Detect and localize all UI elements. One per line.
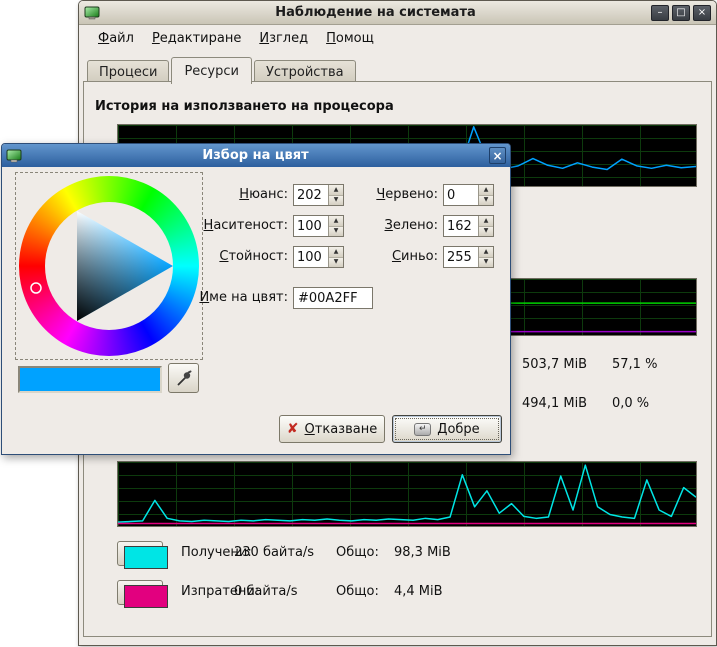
hue-input[interactable] (294, 185, 328, 205)
color-picker-dialog: Избор на цвят × (1, 143, 511, 455)
eyedropper-button[interactable] (168, 363, 199, 393)
blue-spin-down-icon[interactable]: ▼ (479, 258, 493, 268)
red-spinbox: ▲ ▼ (443, 184, 494, 206)
network-history-chart (117, 461, 697, 527)
network-received-row: Получени: 230 байта/s Общо: 98,3 MiB (117, 541, 677, 566)
ok-button[interactable]: ↵ Добре (392, 415, 502, 443)
swap-used-value: 494,1 MiB (522, 396, 587, 411)
green-input[interactable] (444, 216, 478, 236)
dialog-titlebar[interactable]: Избор на цвят × (2, 144, 510, 167)
sent-rate: 0 байта/s (234, 584, 298, 599)
tab-processes[interactable]: Процеси (87, 60, 169, 83)
value-input[interactable] (294, 247, 328, 267)
sent-color-button[interactable] (117, 580, 163, 605)
red-input[interactable] (444, 185, 478, 205)
blue-spin-up-icon[interactable]: ▲ (479, 247, 493, 258)
red-spin-up-icon[interactable]: ▲ (479, 185, 493, 196)
blue-spinbox: ▲ ▼ (443, 246, 494, 268)
tab-devices[interactable]: Устройства (254, 60, 356, 83)
saturation-input[interactable] (294, 216, 328, 236)
value-label: Стойност: (170, 246, 288, 268)
maximize-icon[interactable]: □ (672, 5, 690, 21)
memory-used-percent: 57,1 % (612, 357, 657, 372)
network-sent-row: Изпратени: 0 байта/s Общо: 4,4 MiB (117, 580, 677, 605)
menubar: Файл Редактиране Изглед Помощ (79, 25, 716, 51)
app-icon (84, 5, 100, 21)
sent-color-swatch (124, 585, 168, 608)
red-spin-down-icon[interactable]: ▼ (479, 196, 493, 206)
blue-input[interactable] (444, 247, 478, 267)
close-icon[interactable]: × (693, 5, 711, 21)
menu-view[interactable]: Изглед (250, 27, 317, 50)
hue-label: Нюанс: (170, 184, 288, 206)
green-label: Зелено: (330, 215, 438, 237)
eyedropper-icon (175, 369, 193, 387)
cancel-button[interactable]: ✘ Отказване (279, 415, 385, 443)
ok-button-label: Добре (437, 422, 479, 437)
minimize-icon[interactable]: – (651, 5, 669, 21)
green-spinbox: ▲ ▼ (443, 215, 494, 237)
dialog-close-icon[interactable]: × (489, 147, 506, 164)
received-rate: 230 байта/s (234, 545, 314, 560)
color-name-label: Име на цвят: (170, 287, 288, 309)
tab-bar: Процеси Ресурси Устройства (87, 53, 358, 82)
dialog-app-icon (6, 148, 22, 164)
received-total-label: Общо: (336, 545, 379, 560)
sent-total: 4,4 MiB (394, 584, 443, 599)
main-window-titlebar[interactable]: Наблюдение на системата – □ × (79, 1, 716, 25)
received-total: 98,3 MiB (394, 545, 451, 560)
received-color-button[interactable] (117, 541, 163, 566)
main-window-title: Наблюдение на системата (105, 5, 646, 20)
blue-label: Синьо: (330, 246, 438, 268)
memory-used-value: 503,7 MiB (522, 357, 587, 372)
dialog-title: Избор на цвят (27, 148, 484, 163)
red-label: Червено: (330, 184, 438, 206)
color-preview (18, 366, 162, 393)
saturation-label: Наситеност: (170, 215, 288, 237)
cancel-x-icon: ✘ (287, 422, 299, 436)
sent-total-label: Общо: (336, 584, 379, 599)
tab-resources[interactable]: Ресурси (171, 57, 252, 84)
ok-enter-icon: ↵ (414, 423, 431, 436)
received-color-swatch (124, 546, 168, 569)
menu-file[interactable]: Файл (89, 27, 143, 50)
menu-help[interactable]: Помощ (317, 27, 383, 50)
green-spin-up-icon[interactable]: ▲ (479, 216, 493, 227)
color-name-input[interactable] (293, 287, 373, 309)
cpu-history-heading: История на използването на процесора (95, 99, 394, 114)
menu-edit[interactable]: Редактиране (143, 27, 250, 50)
swap-used-percent: 0,0 % (612, 396, 649, 411)
green-spin-down-icon[interactable]: ▼ (479, 227, 493, 237)
cancel-button-label: Отказване (305, 422, 378, 437)
